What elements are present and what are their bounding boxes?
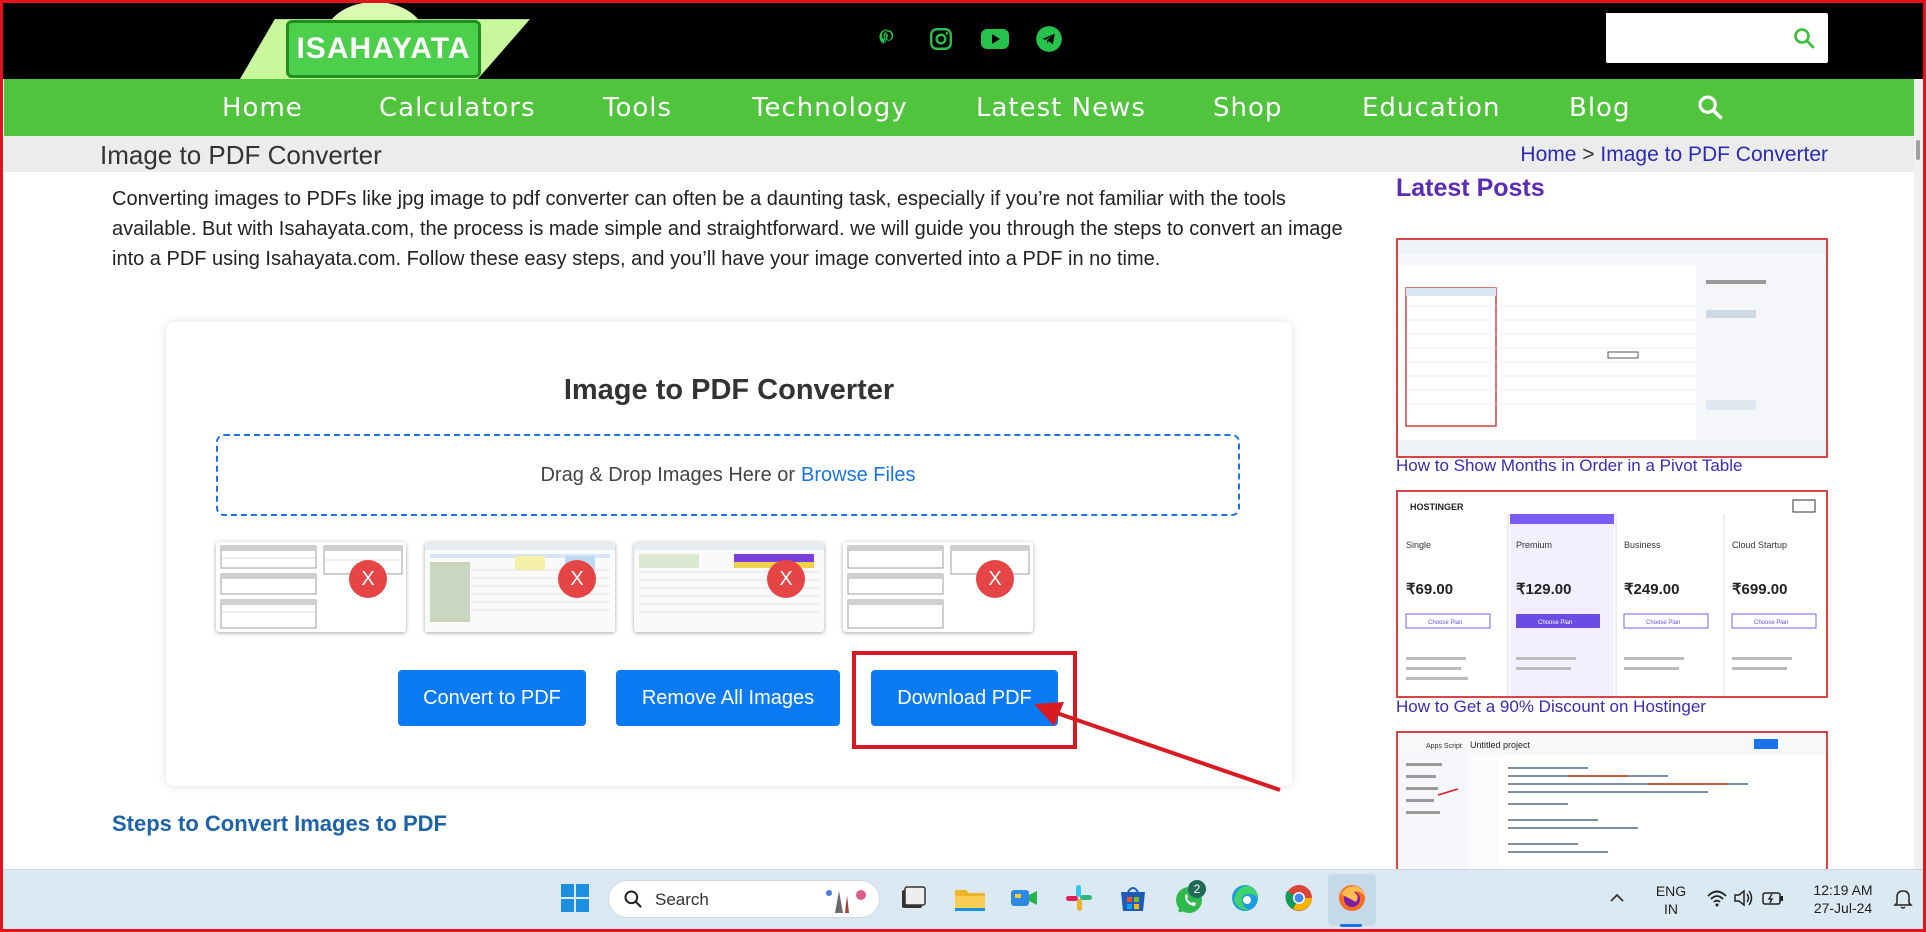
breadcrumb-separator: > xyxy=(1582,143,1595,166)
steps-heading: Steps to Convert Images to PDF xyxy=(112,811,447,836)
search-icon[interactable] xyxy=(1792,26,1816,55)
social-links xyxy=(870,22,1066,56)
chrome-browser-icon[interactable] xyxy=(1283,882,1317,916)
choose-plan-premium: Choose Plan xyxy=(1538,620,1572,626)
logo-text: ISAHAYATA xyxy=(286,20,481,78)
nav-blog[interactable]: Blog xyxy=(1569,93,1630,123)
clock-time: 12:19 AM xyxy=(1813,882,1873,898)
remove-image-button[interactable]: X xyxy=(976,560,1014,598)
plan-name-premium: Premium xyxy=(1516,540,1552,550)
language-region: IN xyxy=(1664,901,1678,917)
clock-date: 27-Jul-24 xyxy=(1813,900,1873,916)
windows-taskbar: Search 2 ENG IN 12:19 AM 27-Jul-24 xyxy=(3,869,1923,929)
language-indicator[interactable]: ENG IN xyxy=(1651,882,1691,918)
latest-posts-heading: Latest Posts xyxy=(1396,174,1545,202)
nav-home[interactable]: Home xyxy=(222,93,303,123)
post-thumbnail-hostinger[interactable]: HOSTINGER Single Premium Business Cloud … xyxy=(1396,490,1828,698)
nav-shop[interactable]: Shop xyxy=(1213,93,1282,123)
site-logo[interactable]: ISAHAYATA xyxy=(240,0,530,79)
price-business: ₹249.00 xyxy=(1624,581,1679,598)
post-thumbnail-pivot[interactable] xyxy=(1396,238,1828,458)
page-title: Image to PDF Converter xyxy=(100,140,382,170)
price-cloud: ₹699.00 xyxy=(1732,581,1787,598)
slack-icon[interactable] xyxy=(1063,882,1097,916)
edge-browser-icon[interactable] xyxy=(1229,882,1263,916)
notification-bell-icon[interactable] xyxy=(1893,888,1926,922)
file-explorer-icon[interactable] xyxy=(953,882,987,916)
main-nav: Home Calculators Tools Technology Latest… xyxy=(4,79,1922,136)
header-search-input[interactable] xyxy=(1606,13,1776,61)
plan-name-single: Single xyxy=(1406,540,1431,550)
task-view-icon[interactable] xyxy=(896,882,930,916)
svg-text:HOSTINGER: HOSTINGER xyxy=(1410,502,1464,512)
search-icon xyxy=(623,889,643,914)
price-single: ₹69.00 xyxy=(1406,581,1453,598)
remove-all-images-button[interactable]: Remove All Images xyxy=(616,670,840,726)
battery-icon[interactable] xyxy=(1761,888,1795,922)
plan-name-business: Business xyxy=(1624,540,1661,550)
nav-tools[interactable]: Tools xyxy=(603,93,672,123)
youtube-icon[interactable] xyxy=(978,22,1012,56)
scrollbar-thumb[interactable] xyxy=(1916,140,1920,160)
price-premium: ₹129.00 xyxy=(1516,581,1571,598)
image-thumbnail: X xyxy=(843,542,1033,632)
site-header: ISAHAYATA xyxy=(0,0,1926,79)
remove-image-button[interactable]: X xyxy=(558,560,596,598)
breadcrumb: Home > Image to PDF Converter xyxy=(1520,143,1828,167)
svg-text:Apps Script: Apps Script xyxy=(1426,743,1462,750)
choose-plan-cloud: Choose Plan xyxy=(1754,620,1788,626)
nav-technology[interactable]: Technology xyxy=(752,93,908,123)
browse-files-link[interactable]: Browse Files xyxy=(801,464,915,487)
nav-latest-news[interactable]: Latest News xyxy=(976,93,1146,123)
nav-education[interactable]: Education xyxy=(1362,93,1500,123)
telegram-icon[interactable] xyxy=(1032,22,1066,56)
image-thumbnail: X xyxy=(425,542,615,632)
page-scrollbar[interactable] xyxy=(1914,79,1922,869)
plan-name-cloud: Cloud Startup xyxy=(1732,540,1787,550)
zoom-meeting-icon[interactable] xyxy=(1008,882,1042,916)
microsoft-store-icon[interactable] xyxy=(1117,882,1151,916)
chevron-up-icon[interactable] xyxy=(1607,888,1641,922)
post-link-pivot[interactable]: How to Show Months in Order in a Pivot T… xyxy=(1396,456,1742,476)
instagram-icon[interactable] xyxy=(924,22,958,56)
breadcrumb-bar: Image to PDF Converter Home > Image to P… xyxy=(4,136,1914,172)
remove-image-button[interactable]: X xyxy=(767,560,805,598)
drop-zone[interactable]: Drag & Drop Images Here or Browse Files xyxy=(216,434,1240,516)
clock[interactable]: 12:19 AM 27-Jul-24 xyxy=(1803,881,1883,917)
image-thumbnail: X xyxy=(634,542,824,632)
active-app-indicator xyxy=(1340,924,1362,927)
search-highlight-icon xyxy=(821,885,873,920)
breadcrumb-current[interactable]: Image to PDF Converter xyxy=(1600,143,1828,166)
nav-calculators[interactable]: Calculators xyxy=(379,93,536,123)
language-code: ENG xyxy=(1655,883,1687,899)
annotation-arrow xyxy=(1034,702,1281,792)
pinterest-icon[interactable] xyxy=(870,22,904,56)
drop-zone-text: Drag & Drop Images Here or xyxy=(540,463,796,486)
image-thumbnail: X xyxy=(216,542,406,632)
remove-image-button[interactable]: X xyxy=(349,560,387,598)
convert-to-pdf-button[interactable]: Convert to PDF xyxy=(398,670,586,726)
script-project-title: Untitled project xyxy=(1470,740,1531,750)
breadcrumb-home[interactable]: Home xyxy=(1520,143,1576,166)
intro-paragraph: Converting images to PDFs like jpg image… xyxy=(112,188,1343,270)
taskbar-search-label: Search xyxy=(655,890,709,909)
choose-plan-business: Choose Plan xyxy=(1646,620,1680,626)
nav-search-icon[interactable] xyxy=(1696,93,1724,126)
firefox-browser-icon[interactable] xyxy=(1336,882,1370,916)
header-search xyxy=(1606,13,1828,63)
converter-title: Image to PDF Converter xyxy=(563,374,895,406)
taskbar-search[interactable]: Search xyxy=(608,880,880,918)
whatsapp-badge: 2 xyxy=(1188,880,1206,898)
windows-start-icon[interactable] xyxy=(559,882,593,916)
post-link-hostinger[interactable]: How to Get a 90% Discount on Hostinger xyxy=(1396,697,1706,717)
post-thumbnail-apps-script[interactable]: Apps Script Untitled project xyxy=(1396,731,1828,869)
choose-plan-single: Choose Plan xyxy=(1428,620,1462,626)
